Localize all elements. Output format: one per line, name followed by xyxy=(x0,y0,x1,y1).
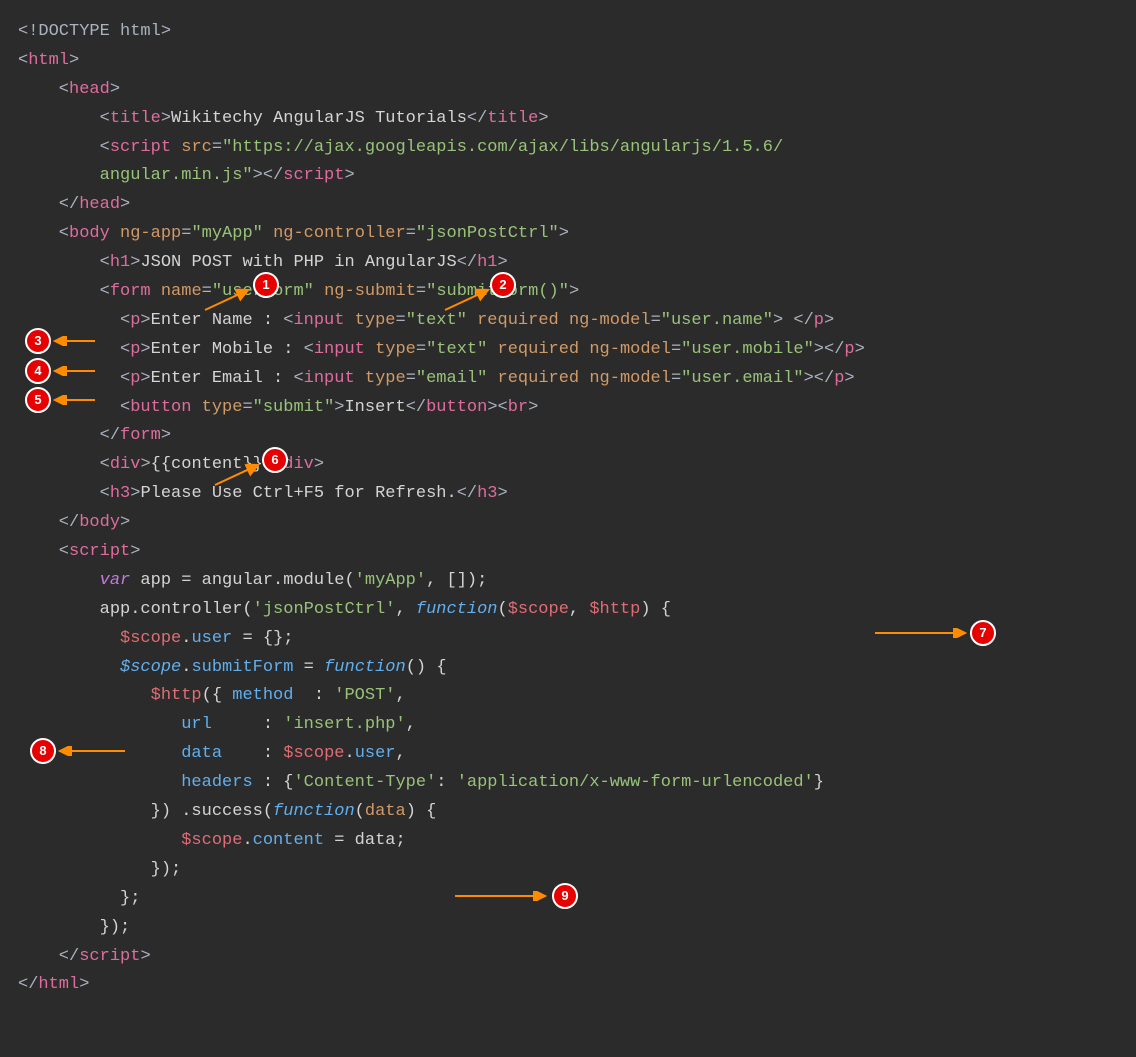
annotation-badge-5: 5 xyxy=(25,387,51,413)
doctype: <!DOCTYPE html> xyxy=(18,22,171,41)
annotation-badge-1: 1 xyxy=(253,272,279,298)
arrow-icon xyxy=(55,746,130,756)
arrow-icon xyxy=(210,460,265,490)
arrow-icon xyxy=(50,366,100,376)
code-block: <!DOCTYPE html> <html> <head> <title>Wik… xyxy=(18,18,1118,1000)
arrow-icon xyxy=(450,891,550,901)
annotation-badge-4: 4 xyxy=(25,358,51,384)
arrow-icon xyxy=(50,336,100,346)
arrow-icon xyxy=(200,285,255,315)
annotation-badge-8: 8 xyxy=(30,738,56,764)
annotation-badge-7: 7 xyxy=(970,620,996,646)
annotation-badge-3: 3 xyxy=(25,328,51,354)
annotation-badge-2: 2 xyxy=(490,272,516,298)
arrow-icon xyxy=(50,395,100,405)
arrow-icon xyxy=(440,285,495,315)
arrow-icon xyxy=(870,628,970,638)
annotation-badge-9: 9 xyxy=(552,883,578,909)
annotation-badge-6: 6 xyxy=(262,447,288,473)
